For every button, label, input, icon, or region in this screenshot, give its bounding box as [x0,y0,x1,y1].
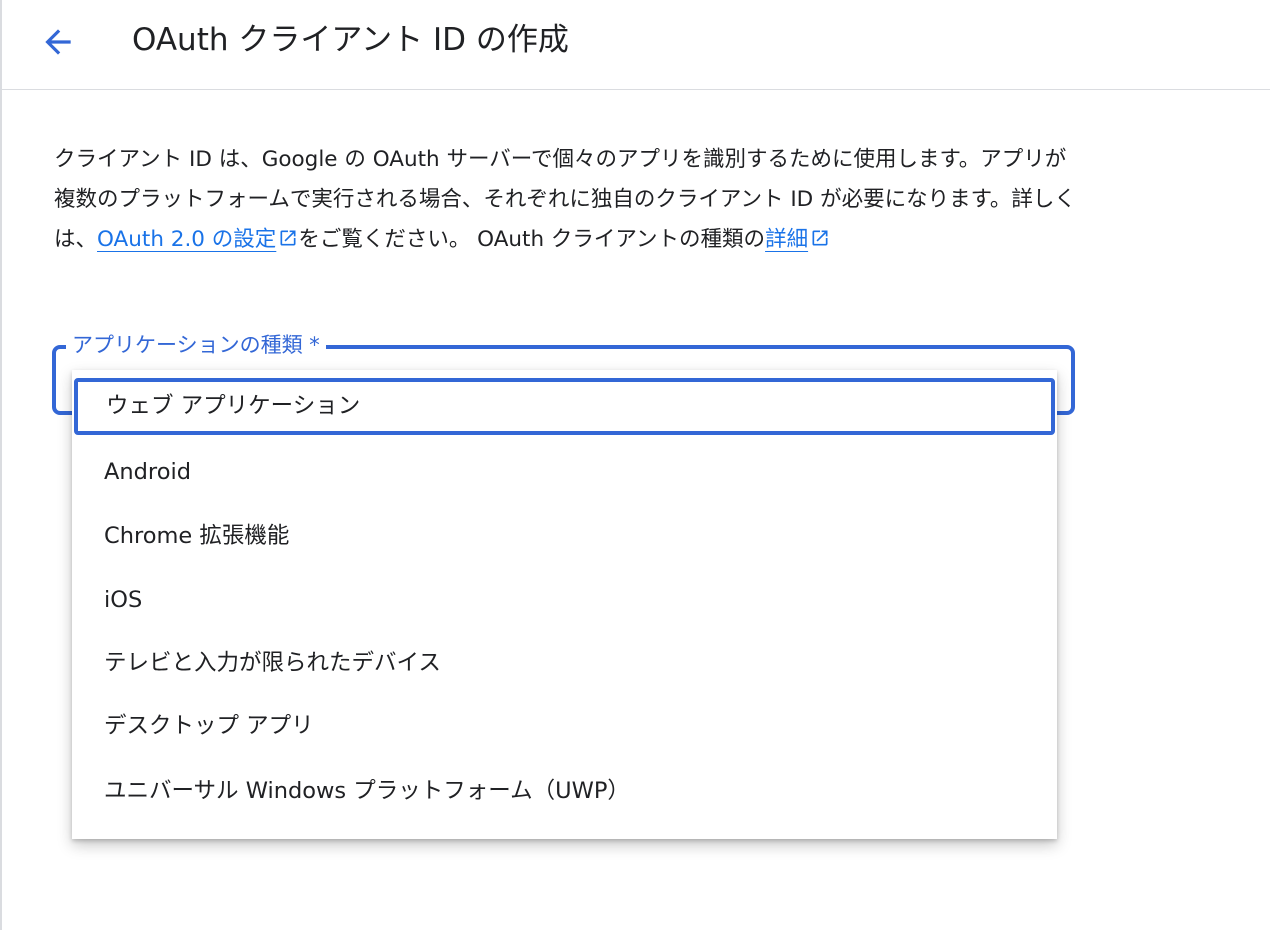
application-type-dropdown: ウェブ アプリケーション Android Chrome 拡張機能 iOS テレビ… [72,370,1057,839]
option-android[interactable]: Android [72,444,1057,500]
description-part-2: をご覧ください。 OAuth クライアントの種類の [298,227,766,252]
description-text: クライアント ID は、Google の OAuth サーバーで個々のアプリを識… [54,140,1084,260]
details-link[interactable]: 詳細 [765,227,808,252]
arrow-back-icon [45,29,71,55]
option-desktop-app[interactable]: デスクトップ アプリ [72,698,1057,754]
option-tv-limited-input[interactable]: テレビと入力が限られたデバイス [72,635,1057,691]
details-link-label: 詳細 [765,227,809,252]
option-uwp[interactable]: ユニバーサル Windows プラットフォーム（UWP） [72,763,1057,819]
option-chrome-extension[interactable]: Chrome 拡張機能 [72,508,1057,564]
back-button[interactable] [32,18,84,66]
option-web-application[interactable]: ウェブ アプリケーション [74,378,1055,435]
page: OAuth クライアント ID の作成 クライアント ID は、Google の… [0,0,1270,930]
open-in-new-icon [280,230,296,246]
option-ios[interactable]: iOS [72,572,1057,628]
page-title: OAuth クライアント ID の作成 [132,22,569,58]
application-type-label: アプリケーションの種類 * [66,329,326,361]
oauth-settings-link[interactable]: OAuth 2.0 の設定 [97,227,276,252]
page-header: OAuth クライアント ID の作成 [2,0,1270,90]
open-in-new-icon [812,230,828,246]
oauth-settings-link-label: OAuth 2.0 の設定 [97,227,277,252]
